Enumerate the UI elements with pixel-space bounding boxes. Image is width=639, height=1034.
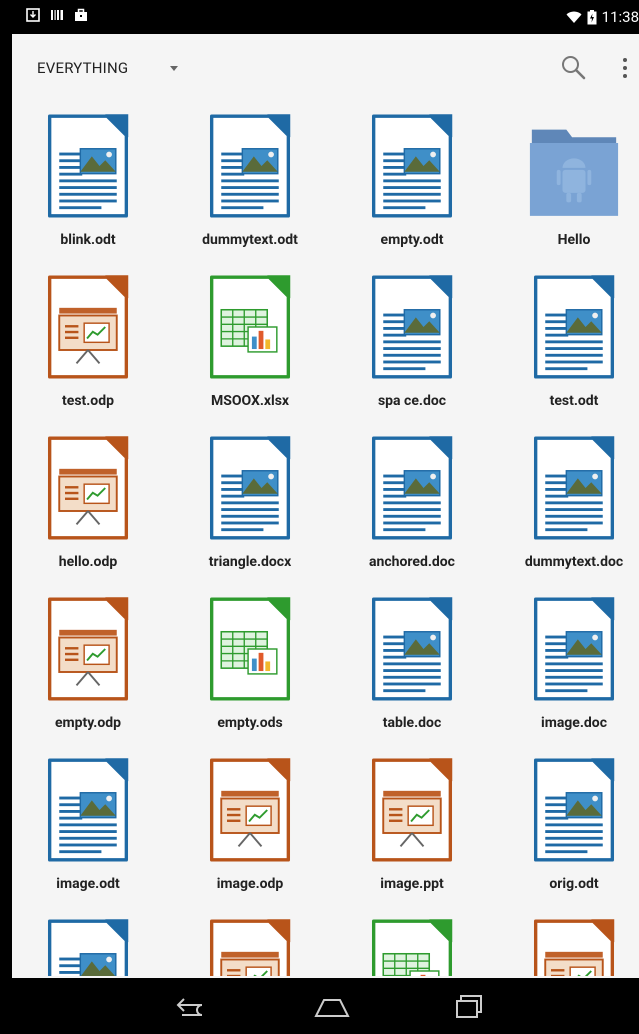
filter-label: EVERYTHING [37, 59, 129, 77]
file-name: anchored.doc [369, 554, 455, 570]
file-name: blink.odt [60, 232, 116, 248]
dropdown-caret-icon [170, 65, 179, 71]
file-item[interactable] [174, 909, 336, 976]
file-name: dummytext.doc [524, 554, 624, 570]
presentation-document-icon [209, 919, 291, 976]
app-frame: 11:38 EVERYTHING blink.odt dummytext.odt e… [12, 0, 639, 1034]
presentation-document-icon [47, 275, 129, 379]
file-item[interactable] [12, 909, 174, 976]
system-indicators: 11:38 [566, 8, 639, 26]
file-item[interactable]: test.odp [12, 265, 174, 426]
file-name: Hello [557, 232, 591, 248]
text-document-icon [371, 597, 453, 701]
file-item[interactable]: image.ppt [336, 748, 498, 909]
search-icon[interactable] [560, 54, 586, 80]
file-item[interactable]: empty.odp [12, 587, 174, 748]
back-icon[interactable] [172, 990, 212, 1022]
file-name: test.odt [549, 393, 599, 409]
android-folder-icon [529, 129, 619, 216]
file-item[interactable]: anchored.doc [336, 426, 498, 587]
navigation-bar [12, 978, 639, 1034]
download-icon [26, 8, 40, 22]
status-bar: 11:38 [12, 0, 639, 34]
file-name: image.doc [540, 715, 608, 731]
file-name: empty.odp [54, 715, 122, 731]
spreadsheet-document-icon [209, 275, 291, 379]
file-name: triangle.docx [208, 554, 292, 570]
text-document-icon [47, 919, 129, 976]
text-document-icon [47, 758, 129, 862]
text-document-icon [371, 275, 453, 379]
briefcase-icon [75, 8, 87, 21]
file-name: spa ce.doc [377, 393, 447, 409]
clock: 11:38 [601, 8, 639, 26]
text-document-icon [533, 275, 615, 379]
file-item[interactable]: orig.odt [498, 748, 639, 909]
barcode-icon [51, 10, 63, 20]
file-item[interactable]: test.odt [498, 265, 639, 426]
file-item[interactable] [336, 909, 498, 976]
spreadsheet-document-icon [209, 597, 291, 701]
presentation-document-icon [533, 919, 615, 976]
overflow-menu-icon[interactable] [618, 56, 632, 80]
file-name: image.ppt [380, 876, 444, 892]
home-icon[interactable] [312, 990, 352, 1022]
battery-icon [587, 9, 597, 24]
file-name: hello.odp [58, 554, 118, 570]
file-item[interactable]: triangle.docx [174, 426, 336, 587]
file-name: dummytext.odt [202, 232, 298, 248]
file-name: empty.odt [380, 232, 444, 248]
file-item[interactable]: empty.odt [336, 104, 498, 265]
text-document-icon [371, 436, 453, 540]
presentation-document-icon [47, 436, 129, 540]
presentation-document-icon [47, 597, 129, 701]
filter-dropdown[interactable]: EVERYTHING [37, 59, 179, 77]
file-item[interactable]: blink.odt [12, 104, 174, 265]
action-bar: EVERYTHING [12, 34, 639, 104]
text-document-icon [371, 114, 453, 218]
recent-apps-icon[interactable] [448, 990, 488, 1022]
file-name: orig.odt [549, 876, 599, 892]
file-item[interactable]: MSOOX.xlsx [174, 265, 336, 426]
text-document-icon [209, 114, 291, 218]
presentation-document-icon [209, 758, 291, 862]
text-document-icon [533, 758, 615, 862]
file-name: image.odp [216, 876, 284, 892]
file-name: test.odp [62, 393, 114, 409]
file-item[interactable]: dummytext.doc [498, 426, 639, 587]
file-item[interactable]: image.odp [174, 748, 336, 909]
file-item[interactable]: spa ce.doc [336, 265, 498, 426]
spreadsheet-document-icon [371, 919, 453, 976]
text-document-icon [533, 597, 615, 701]
file-item[interactable]: hello.odp [12, 426, 174, 587]
file-item[interactable]: image.doc [498, 587, 639, 748]
text-document-icon [47, 114, 129, 218]
text-document-icon [209, 436, 291, 540]
file-name: image.odt [56, 876, 120, 892]
text-document-icon [533, 436, 615, 540]
file-name: MSOOX.xlsx [210, 393, 290, 409]
notification-icons [26, 8, 88, 22]
file-grid: blink.odt dummytext.odt empty.odt Hello test… [12, 104, 639, 976]
folder-item[interactable]: Hello [498, 104, 639, 265]
wifi-icon [566, 11, 582, 23]
file-item[interactable] [498, 909, 639, 976]
file-name: table.doc [382, 715, 442, 731]
file-name: empty.ods [217, 715, 283, 731]
file-item[interactable]: table.doc [336, 587, 498, 748]
presentation-document-icon [371, 758, 453, 862]
file-item[interactable]: dummytext.odt [174, 104, 336, 265]
file-item[interactable]: image.odt [12, 748, 174, 909]
file-item[interactable]: empty.ods [174, 587, 336, 748]
